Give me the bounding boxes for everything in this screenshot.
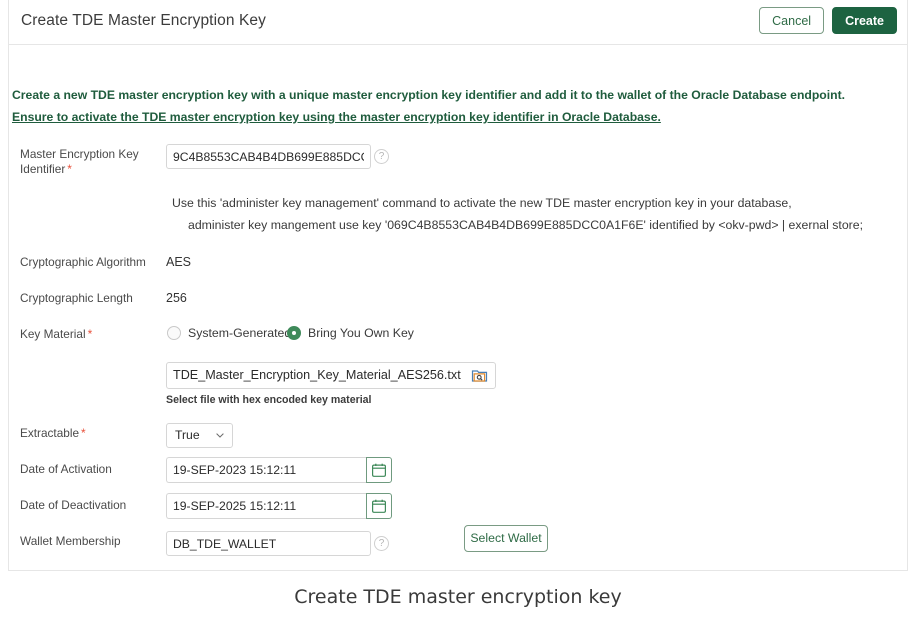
- create-button[interactable]: Create: [832, 7, 897, 34]
- extractable-select[interactable]: True: [166, 423, 233, 448]
- key-material-label-text: Key Material: [20, 327, 86, 341]
- wallet-membership-input[interactable]: [166, 531, 371, 556]
- chevron-down-icon: [216, 433, 224, 438]
- cryptographic-length-value: 256: [166, 291, 187, 305]
- key-material-label: Key Material*: [20, 327, 160, 342]
- page-title: Create TDE Master Encryption Key: [21, 12, 266, 30]
- administer-command-line-1: Use this 'administer key management' com…: [172, 196, 792, 210]
- screenshot-root: Create TDE Master Encryption Key Cancel …: [0, 0, 916, 631]
- extractable-label-text: Extractable: [20, 426, 79, 440]
- master-key-identifier-input[interactable]: [166, 144, 371, 169]
- calendar-icon: [372, 499, 386, 513]
- calendar-icon: [372, 463, 386, 477]
- description-link-activate[interactable]: Ensure to activate the TDE master encryp…: [12, 110, 661, 124]
- date-of-deactivation-input[interactable]: [166, 493, 366, 519]
- date-of-deactivation-label: Date of Deactivation: [20, 498, 160, 513]
- master-key-identifier-label-text: Master Encryption Key Identifier: [20, 147, 139, 176]
- radio-system-generated-label: System-Generated: [181, 326, 291, 340]
- radio-bring-your-own-key-label: Bring You Own Key: [301, 326, 414, 340]
- date-of-activation-label: Date of Activation: [20, 462, 160, 477]
- header-actions: Cancel Create: [759, 7, 897, 34]
- master-key-identifier-label: Master Encryption Key Identifier*: [20, 147, 160, 177]
- create-tde-key-panel: Create TDE Master Encryption Key Cancel …: [8, 0, 908, 571]
- date-of-deactivation-calendar-button[interactable]: [366, 493, 392, 519]
- figure-caption: Create TDE master encryption key: [0, 586, 916, 608]
- cancel-button[interactable]: Cancel: [759, 7, 824, 34]
- panel-header: Create TDE Master Encryption Key Cancel …: [9, 0, 907, 45]
- cryptographic-algorithm-value: AES: [166, 255, 191, 269]
- key-material-file-box[interactable]: TDE_Master_Encryption_Key_Material_AES25…: [166, 362, 496, 389]
- administer-command-line-2: administer key mangement use key '069C4B…: [188, 218, 863, 232]
- wallet-membership-label: Wallet Membership: [20, 534, 160, 549]
- radio-system-generated[interactable]: System-Generated: [167, 326, 291, 340]
- required-marker: *: [86, 327, 93, 341]
- select-wallet-button[interactable]: Select Wallet: [464, 525, 548, 552]
- folder-browse-icon[interactable]: [471, 368, 488, 384]
- cryptographic-algorithm-label: Cryptographic Algorithm: [20, 255, 160, 270]
- date-of-activation-input[interactable]: [166, 457, 366, 483]
- radio-circle-selected-icon: [287, 326, 301, 340]
- date-of-activation-calendar-button[interactable]: [366, 457, 392, 483]
- cryptographic-length-label: Cryptographic Length: [20, 291, 160, 306]
- required-marker: *: [65, 162, 72, 176]
- required-marker: *: [79, 426, 86, 440]
- question-mark-icon[interactable]: ?: [374, 536, 389, 551]
- extractable-selected-value: True: [175, 428, 200, 442]
- key-material-file-hint: Select file with hex encoded key materia…: [166, 394, 371, 406]
- radio-bring-your-own-key[interactable]: Bring You Own Key: [287, 326, 414, 340]
- description-line-1: Create a new TDE master encryption key w…: [12, 88, 845, 102]
- key-material-filename: TDE_Master_Encryption_Key_Material_AES25…: [173, 368, 461, 382]
- extractable-label: Extractable*: [20, 426, 160, 441]
- question-mark-icon[interactable]: ?: [374, 149, 389, 164]
- radio-circle-icon: [167, 326, 181, 340]
